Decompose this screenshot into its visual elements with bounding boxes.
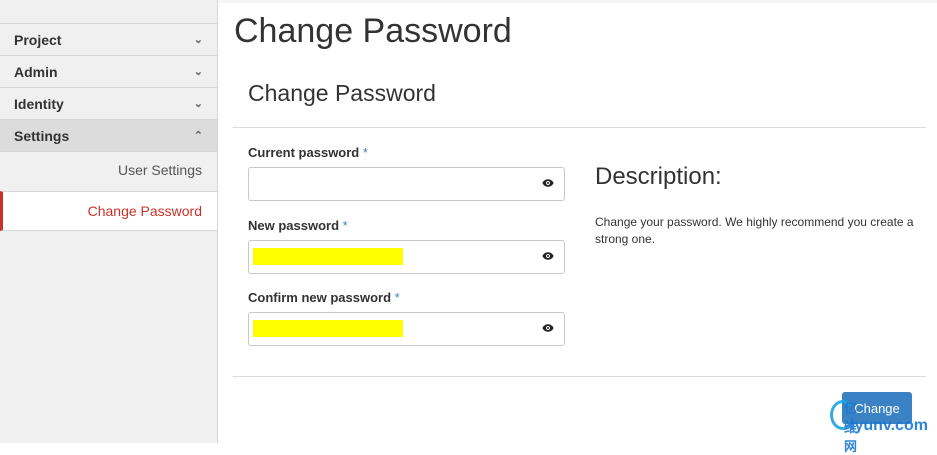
page-title: Change Password [234,12,512,50]
sidebar-item-settings[interactable]: Settings ⌃ [0,119,217,151]
required-mark: * [342,218,348,233]
description-title: Description: [595,163,722,190]
eye-icon[interactable] [542,250,554,262]
sidebar-subitem-label: Change Password [87,203,202,219]
sidebar-item-label: Identity [14,95,64,112]
new-password-input[interactable] [248,240,565,274]
sidebar-item-label: Settings [14,127,70,144]
sidebar: Project ⌄ Admin ⌄ Identity ⌄ Settings ⌃ … [0,0,218,443]
description-text: Change your password. We highly recommen… [595,215,914,246]
divider [233,127,926,128]
form-title: Change Password [248,80,436,106]
chevron-down-icon: ⌄ [193,66,203,78]
confirm-password-input[interactable] [248,312,565,346]
sidebar-subitem-label: User Settings [117,162,202,178]
sidebar-item-label: Project [14,31,62,48]
sidebar-item-label: Admin [14,63,58,80]
sidebar-subitem-user-settings[interactable]: User Settings [0,151,217,188]
new-password-label: New password * [248,218,348,233]
sidebar-item-identity[interactable]: Identity ⌄ [0,87,217,119]
divider [233,376,926,377]
confirm-password-label: Confirm new password * [248,290,400,305]
eye-icon[interactable] [542,177,554,189]
field-label-text: New password [248,218,340,233]
current-password-label: Current password * [248,145,368,160]
sidebar-top-gap [0,0,217,23]
required-mark: * [362,145,368,160]
redacted-value-highlight [253,248,403,265]
watermark-url: iyunv.com [850,417,928,434]
sidebar-item-project[interactable]: Project ⌄ [0,23,217,55]
redacted-value-highlight [253,320,403,337]
current-password-input[interactable] [248,167,565,201]
chevron-down-icon: ⌄ [193,34,203,46]
chevron-down-icon: ⌄ [193,98,203,110]
sidebar-item-admin[interactable]: Admin ⌄ [0,55,217,87]
field-label-text: Current password [248,145,360,160]
required-mark: * [394,290,400,305]
main-content: Change Password Change Password Current … [218,0,937,454]
sidebar-subitem-change-password[interactable]: Change Password [0,191,217,231]
eye-icon[interactable] [542,322,554,334]
chevron-up-icon: ⌃ [193,130,203,142]
field-label-text: Confirm new password [248,290,392,305]
